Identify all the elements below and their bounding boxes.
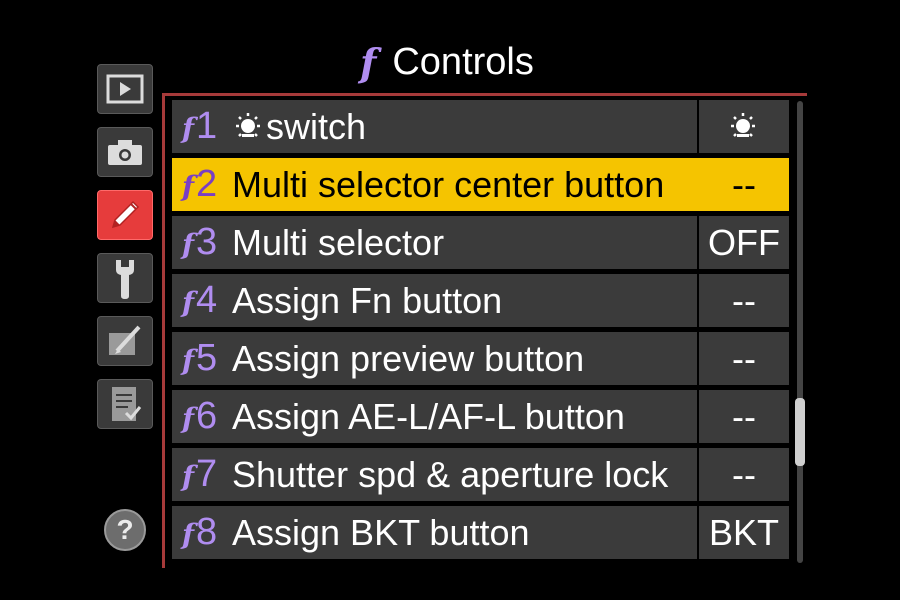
help-button[interactable]: ? xyxy=(104,509,146,551)
menu-item-f4[interactable]: f4 Assign Fn button -- xyxy=(172,274,789,327)
menu-item-label: Multi selector center button xyxy=(232,163,665,205)
menu-item-code: f2 xyxy=(182,163,218,205)
menu-item-code: f8 xyxy=(182,511,218,553)
play-icon xyxy=(106,74,144,104)
page-title: f Controls xyxy=(360,38,534,86)
setup-menu-tab[interactable] xyxy=(97,253,153,303)
retouch-menu-tab[interactable] xyxy=(97,316,153,366)
menu-item-label-area: f5 Assign preview button xyxy=(172,332,697,385)
scrollbar-thumb[interactable] xyxy=(795,398,805,466)
menu-item-code: f3 xyxy=(182,221,218,263)
pencil-icon xyxy=(111,200,140,229)
menu-item-label-area: f6 Assign AE-L/AF-L button xyxy=(172,390,697,443)
menu-item-label-area: f8 Assign BKT button xyxy=(172,506,697,559)
menu-item-value: -- xyxy=(699,390,789,443)
menu-item-label-area: f1 switch xyxy=(172,100,697,153)
menu-item-value: -- xyxy=(699,158,789,211)
menu-item-code: f6 xyxy=(182,395,218,437)
menu-item-f5[interactable]: f5 Assign preview button -- xyxy=(172,332,789,385)
menu-item-label: Multi selector xyxy=(232,221,445,263)
menu-item-code: f1 xyxy=(182,105,218,147)
menu-item-label-area: f3 Multi selector xyxy=(172,216,697,269)
menu-item-f1[interactable]: f1 switch xyxy=(172,100,789,153)
page-title-text: Controls xyxy=(392,40,534,83)
menu-item-label-area: f7 Shutter spd & aperture lock xyxy=(172,448,697,501)
illumination-icon xyxy=(236,112,260,137)
menu-item-value: OFF xyxy=(699,216,789,269)
illumination-icon xyxy=(731,112,755,137)
custom-settings-f-icon: f xyxy=(360,39,377,85)
playback-menu-tab[interactable] xyxy=(97,64,153,114)
menu-item-code: f4 xyxy=(182,279,218,321)
menu-item-label: switch xyxy=(266,105,367,147)
my-menu-tab[interactable] xyxy=(97,379,153,429)
menu-item-label-area: f4 Assign Fn button xyxy=(172,274,697,327)
menu-item-label: Assign BKT button xyxy=(232,511,530,553)
menu-item-label-area: f2 Multi selector center button xyxy=(172,158,699,211)
menu-item-value: BKT xyxy=(699,506,789,559)
menu-item-label: Assign AE-L/AF-L button xyxy=(232,395,625,437)
menu-item-label: Assign preview button xyxy=(232,337,585,379)
menu-item-f6[interactable]: f6 Assign AE-L/AF-L button -- xyxy=(172,390,789,443)
menu-item-f7[interactable]: f7 Shutter spd & aperture lock -- xyxy=(172,448,789,501)
menu-item-label: Assign Fn button xyxy=(232,279,503,321)
shooting-menu-tab[interactable] xyxy=(97,127,153,177)
menu-item-label: Shutter spd & aperture lock xyxy=(232,453,669,495)
menu-item-value: -- xyxy=(699,332,789,385)
scrollbar-track[interactable] xyxy=(797,101,803,563)
menu-item-f2[interactable]: f2 Multi selector center button -- xyxy=(172,158,789,211)
menu-item-value xyxy=(699,100,789,153)
menu-item-code: f5 xyxy=(182,337,218,379)
menu-item-value: -- xyxy=(699,274,789,327)
camera-icon xyxy=(108,140,142,165)
wrench-icon xyxy=(116,260,134,299)
menu-item-f3[interactable]: f3 Multi selector OFF xyxy=(172,216,789,269)
menu-item-value: -- xyxy=(699,448,789,501)
custom-settings-menu-tab[interactable] xyxy=(97,190,153,240)
retouch-brush-icon xyxy=(109,325,141,355)
menu-item-code: f7 xyxy=(182,453,218,495)
menu-item-f8[interactable]: f8 Assign BKT button BKT xyxy=(172,506,789,559)
checklist-icon xyxy=(112,387,142,421)
